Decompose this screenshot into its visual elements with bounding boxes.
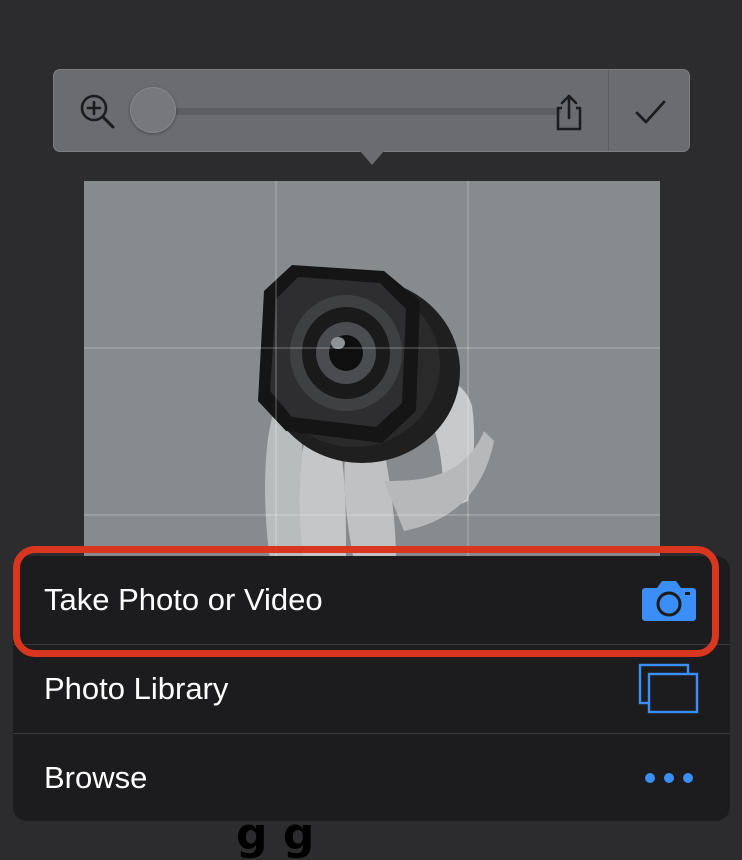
photo-library-icon <box>638 663 699 714</box>
image-edit-toolbar <box>53 69 690 152</box>
share-icon[interactable] <box>549 92 589 132</box>
zoom-slider-thumb[interactable] <box>130 87 176 133</box>
toolbar-divider <box>608 70 609 151</box>
zoom-in-icon[interactable] <box>78 92 116 130</box>
popover-arrow <box>360 151 384 165</box>
photo-preview[interactable] <box>84 181 660 561</box>
photo-library-label: Photo Library <box>44 671 229 706</box>
photo-library-option[interactable]: Photo Library <box>13 645 730 733</box>
browse-label: Browse <box>44 760 148 795</box>
camera-lens-photo <box>84 181 660 561</box>
zoom-slider-track[interactable] <box>154 108 561 115</box>
take-photo-or-video-label: Take Photo or Video <box>44 582 323 617</box>
camera-icon <box>642 581 696 621</box>
browse-option[interactable]: Browse <box>13 734 730 821</box>
checkmark-icon[interactable] <box>632 94 668 130</box>
photo-source-action-sheet: Take Photo or Video Photo Library Browse <box>13 556 730 821</box>
more-icon <box>645 773 693 783</box>
take-photo-or-video-option[interactable]: Take Photo or Video <box>13 556 730 644</box>
